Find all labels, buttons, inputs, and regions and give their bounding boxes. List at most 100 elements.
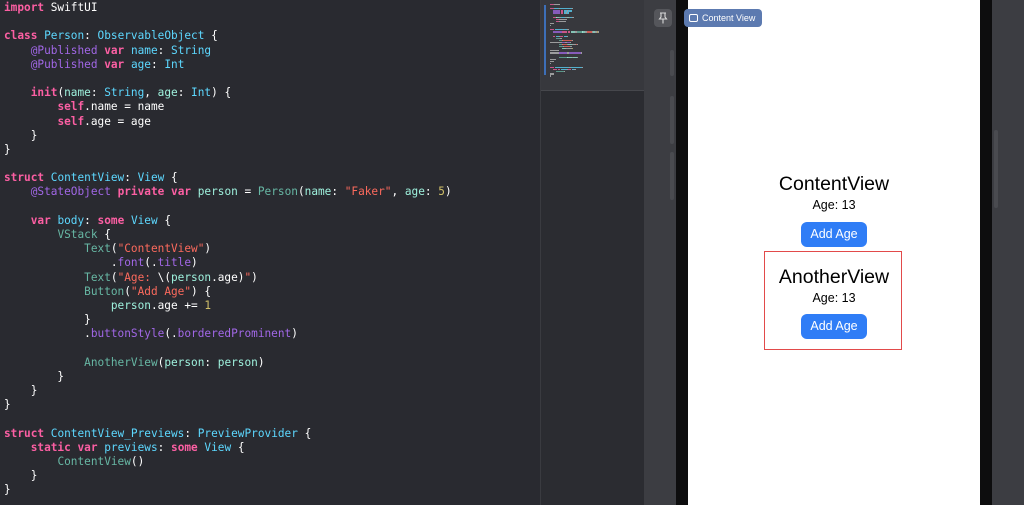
code-line[interactable]: } xyxy=(4,313,452,327)
code-line[interactable]: Text("Age: \(person.age)") xyxy=(4,271,452,285)
code-line[interactable] xyxy=(4,412,452,426)
code-editor[interactable]: import SwiftUI class Person: ObservableO… xyxy=(0,0,540,505)
code-line[interactable]: @Published var name: String xyxy=(4,44,452,58)
code-line[interactable]: self.age = age xyxy=(4,115,452,129)
code-line[interactable] xyxy=(4,157,452,171)
code-token: ( xyxy=(110,270,118,284)
minimap-token xyxy=(550,60,554,62)
code-token: previews xyxy=(104,440,158,454)
code-line[interactable]: class Person: ObservableObject { xyxy=(4,29,452,43)
minimap-token xyxy=(552,12,561,14)
minimap-token xyxy=(560,10,563,12)
minimap-token xyxy=(555,67,570,69)
another-view-add-age-button[interactable]: Add Age xyxy=(801,314,867,339)
code-line[interactable]: init(name: String, age: Int) { xyxy=(4,86,452,100)
code-line[interactable]: self.name = name xyxy=(4,100,452,114)
minimap-token xyxy=(580,52,582,54)
code-token: { xyxy=(231,440,245,454)
code-token: } xyxy=(4,128,38,142)
code-token: View xyxy=(204,440,232,454)
code-line[interactable]: .font(.title) xyxy=(4,256,452,270)
code-line[interactable]: person.age += 1 xyxy=(4,299,452,313)
code-token: "Age: xyxy=(117,270,158,284)
code-line[interactable]: VStack { xyxy=(4,228,452,242)
device-side-button xyxy=(670,50,674,76)
code-token: 1 xyxy=(204,298,212,312)
minimap-token xyxy=(550,58,557,60)
minimap-change-marker xyxy=(544,5,546,75)
code-token: person xyxy=(171,270,212,284)
code-token: var xyxy=(30,213,51,227)
code-line[interactable]: import SwiftUI xyxy=(4,1,452,15)
code-line[interactable] xyxy=(4,72,452,86)
code-token: Text xyxy=(84,270,111,284)
code-token: . xyxy=(4,256,118,270)
code-line[interactable] xyxy=(4,342,452,356)
minimap-token xyxy=(570,46,573,48)
code-line[interactable]: } xyxy=(4,469,452,483)
code-line[interactable]: struct ContentView_Previews: PreviewProv… xyxy=(4,427,452,441)
device-side-button xyxy=(670,152,674,200)
code-token: ) xyxy=(251,270,258,284)
code-token: Button xyxy=(84,284,125,298)
code-token: Text xyxy=(84,242,111,256)
code-line[interactable]: } xyxy=(4,370,452,384)
code-token: , xyxy=(391,185,405,199)
code-token: ContentView_Previews xyxy=(50,426,185,440)
pin-icon[interactable] xyxy=(654,9,672,27)
code-token: person xyxy=(197,185,238,199)
minimap-token xyxy=(568,52,581,54)
source-code[interactable]: import SwiftUI class Person: ObservableO… xyxy=(4,0,452,498)
code-token: struct xyxy=(4,171,45,185)
code-token: : xyxy=(331,185,345,199)
code-line[interactable] xyxy=(4,15,452,29)
content-view-add-age-button[interactable]: Add Age xyxy=(801,222,867,247)
code-line[interactable]: } xyxy=(4,384,452,398)
code-line[interactable]: Text("ContentView") xyxy=(4,242,452,256)
code-line[interactable]: ContentView() xyxy=(4,455,452,469)
code-line[interactable]: struct ContentView: View { xyxy=(4,171,452,185)
code-token: : xyxy=(157,440,172,454)
minimap-token xyxy=(550,25,551,27)
code-token: class xyxy=(4,29,38,43)
content-view-title: ContentView xyxy=(778,173,890,195)
code-token: age xyxy=(130,57,151,71)
minimap-token xyxy=(581,67,584,69)
code-line[interactable]: } xyxy=(4,483,452,497)
code-line[interactable]: @Published var age: Int xyxy=(4,58,452,72)
code-token: ) xyxy=(191,256,198,270)
preview-tab-content-view[interactable]: Content View xyxy=(684,9,763,27)
code-token: person xyxy=(110,298,151,312)
code-token: "ContentView" xyxy=(117,242,205,256)
code-token: : xyxy=(90,86,105,100)
code-line[interactable]: @StateObject private var person = Person… xyxy=(4,185,452,199)
code-token: ) xyxy=(291,327,298,341)
code-token: : xyxy=(84,29,98,43)
minimap-token xyxy=(577,56,579,58)
minimap-token xyxy=(568,69,571,71)
code-token: borderedProminent xyxy=(177,327,292,341)
code-token: .name = name xyxy=(84,100,165,114)
code-token: : xyxy=(124,171,138,185)
code-line[interactable]: .buttonStyle(.borderedProminent) xyxy=(4,327,452,341)
code-line[interactable]: } xyxy=(4,398,452,412)
code-line[interactable]: } xyxy=(4,143,452,157)
code-line[interactable]: static var previews: some View { xyxy=(4,441,452,455)
code-line[interactable]: Button("Add Age") { xyxy=(4,285,452,299)
code-token: buttonStyle xyxy=(90,327,165,341)
code-line[interactable] xyxy=(4,200,452,214)
code-line[interactable]: var body: some View { xyxy=(4,214,452,228)
minimap[interactable] xyxy=(540,0,644,505)
code-line[interactable]: AnotherView(person: person) xyxy=(4,356,452,370)
code-line[interactable]: } xyxy=(4,129,452,143)
code-token: : xyxy=(84,213,98,227)
code-token: .age = age xyxy=(84,114,151,128)
code-token: View xyxy=(130,213,158,227)
